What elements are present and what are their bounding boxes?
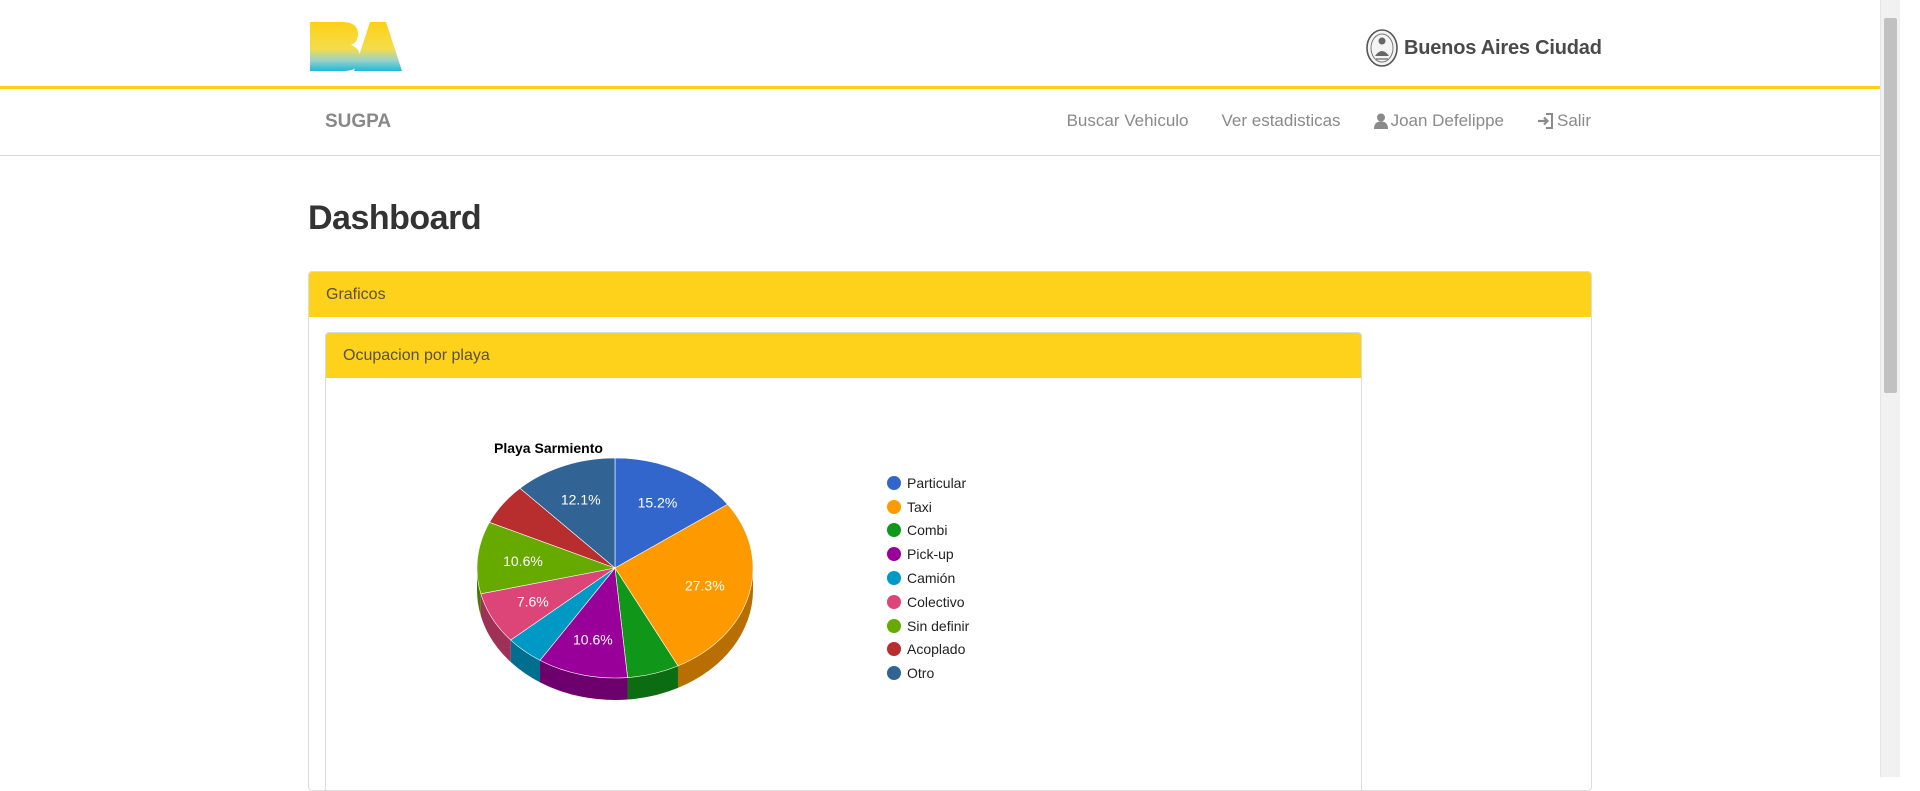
legend-swatch: [887, 547, 901, 562]
legend-item[interactable]: Acoplado: [887, 638, 969, 662]
pie-data-label: 7.6%: [517, 594, 549, 610]
nav-links: Buscar Vehiculo Ver estadisticas Joan De…: [1034, 111, 1591, 131]
graficos-panel: Graficos Ocupacion por playa Playa Sarmi…: [308, 271, 1592, 791]
view-stats-label: Ver estadisticas: [1221, 111, 1341, 130]
legend-swatch: [887, 594, 901, 609]
ocupacion-panel: Ocupacion por playa Playa Sarmiento 15.2…: [325, 332, 1362, 790]
city-seal-icon: [1366, 29, 1398, 67]
legend-swatch: [887, 642, 901, 657]
pie-chart: Playa Sarmiento 15.2% 27.3% 10.6% 7.6% 10.6%…: [326, 378, 1361, 790]
ba-logo[interactable]: [308, 20, 403, 79]
legend-item[interactable]: Particular: [887, 471, 969, 495]
legend-label: Colectivo: [907, 593, 965, 610]
legend-item[interactable]: Sin definir: [887, 614, 969, 638]
navbar: SUGPA Buscar Vehiculo Ver estadisticas J…: [0, 89, 1900, 156]
legend-item[interactable]: Colectivo: [887, 590, 969, 614]
legend-item[interactable]: Otro: [887, 661, 969, 685]
legend-label: Camión: [907, 570, 956, 587]
chart-legend: Particular Taxi Combi Pick-up Camión Colectiv…: [887, 471, 969, 685]
site-header: Buenos Aires Ciudad: [0, 0, 1900, 89]
legend-label: Acoplado: [907, 641, 966, 658]
graficos-panel-heading: Graficos: [309, 272, 1591, 317]
buenos-aires-ciudad-logo[interactable]: Buenos Aires Ciudad: [1366, 29, 1602, 67]
user-link[interactable]: Joan Defelippe: [1373, 111, 1504, 131]
logout-label: Salir: [1556, 111, 1591, 130]
pie-chart-svg: 15.2% 27.3% 10.6% 7.6% 10.6% 12.1%: [476, 457, 754, 700]
pie-data-label: 10.6%: [503, 553, 543, 569]
pie-data-label: 15.2%: [638, 495, 678, 511]
user-name: Joan Defelippe: [1390, 111, 1504, 130]
view-stats-link[interactable]: Ver estadisticas: [1222, 111, 1341, 131]
legend-item[interactable]: Camión: [887, 566, 969, 590]
page: Buenos Aires Ciudad SUGPA Buscar Vehicul…: [0, 0, 1900, 791]
user-icon: [1373, 113, 1388, 129]
pie-data-label: 10.6%: [573, 632, 613, 648]
legend-label: Pick-up: [907, 546, 954, 563]
legend-label: Particular: [907, 474, 967, 491]
legend-swatch: [887, 571, 901, 586]
legend-item[interactable]: Combi: [887, 519, 969, 543]
legend-swatch: [887, 618, 901, 633]
ocupacion-panel-heading: Ocupacion por playa: [326, 333, 1361, 378]
brand-link[interactable]: SUGPA: [325, 111, 391, 133]
legend-label: Sin definir: [907, 617, 970, 634]
scrollbar-thumb[interactable]: [1884, 18, 1897, 393]
page-title: Dashboard: [308, 199, 482, 237]
legend-label: Combi: [907, 522, 948, 539]
legend-label: Taxi: [907, 498, 932, 515]
legend-item[interactable]: Taxi: [887, 495, 969, 519]
city-name: Buenos Aires Ciudad: [1404, 36, 1602, 59]
search-vehicle-link[interactable]: Buscar Vehiculo: [1067, 111, 1189, 131]
scrollbar[interactable]: [1880, 0, 1900, 777]
search-vehicle-label: Buscar Vehiculo: [1066, 111, 1189, 130]
legend-label: Otro: [907, 665, 935, 682]
pie-data-label: 12.1%: [561, 492, 601, 508]
legend-swatch: [887, 523, 901, 538]
legend-swatch: [887, 475, 901, 490]
legend-swatch: [887, 666, 901, 681]
legend-swatch: [887, 499, 901, 514]
legend-item[interactable]: Pick-up: [887, 542, 969, 566]
pie-data-label: 27.3%: [685, 578, 725, 594]
log-in-icon: [1537, 113, 1553, 129]
logout-link[interactable]: Salir: [1537, 111, 1591, 131]
